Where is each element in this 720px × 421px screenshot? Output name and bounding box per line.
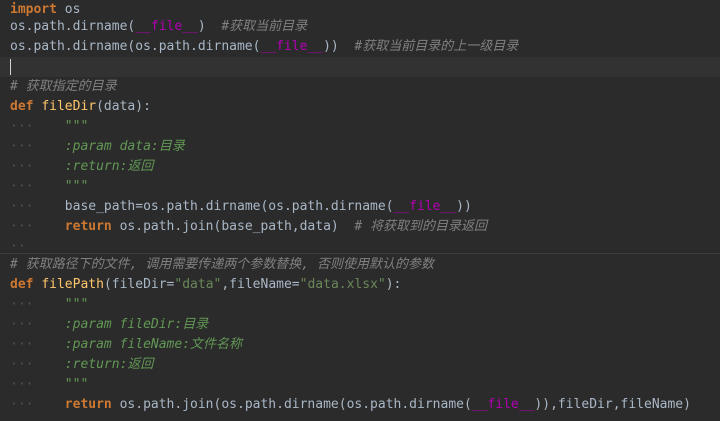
docstring: :param fileName:文件名称 [64,337,243,352]
inline-comment: #获取当前目录 [221,19,308,34]
indent-guide: ··· [10,179,34,194]
variable-name: base_path [64,199,136,214]
indent-guide: ··· [10,397,34,412]
function-args: ): [385,277,402,292]
module-name: os [64,2,81,17]
code-text: )) [456,199,472,214]
code-line-3[interactable]: os.path.dirname(os.path.dirname(__file__… [0,37,720,57]
code-line-17[interactable]: ··· :param fileDir:目录 [0,315,720,335]
docstring: :return:返回 [64,357,154,372]
code-line-10[interactable]: ··· """ [0,177,720,197]
indent-guide: ··· [10,317,34,332]
code-line-16[interactable]: ··· """ [0,295,720,315]
comment: # 获取指定的目录 [10,79,117,94]
code-line-7[interactable]: ··· """ [0,117,720,137]
code-line-19[interactable]: ··· :return:返回 [0,355,720,375]
code-text: os.path.dirname(os.path.dirname( [10,39,261,54]
docstring: """ [64,297,89,312]
string-literal: "data" [174,277,222,292]
inline-comment: # 将获取到的目录返回 [354,219,488,234]
code-line-15[interactable]: def filePath(fileDir="data",fileName="da… [0,275,720,295]
docstring: :return:返回 [64,159,154,174]
code-line-20[interactable]: ··· """ [0,375,720,395]
code-line-18[interactable]: ··· :param fileName:文件名称 [0,335,720,355]
indent-guide: ··· [10,119,34,134]
code-line-6[interactable]: def fileDir(data): [0,97,720,117]
dunder-file: __file__ [393,199,457,214]
inline-comment: #获取当前目录的上一级目录 [354,39,519,54]
function-separator [0,253,720,254]
code-line-8[interactable]: ··· :param data:目录 [0,137,720,157]
indent-guide: ··· [10,139,34,154]
code-line-21[interactable]: ··· return os.path.join(os.path.dirname(… [0,395,720,415]
function-args: (data): [96,99,151,114]
function-name: filePath [41,277,104,292]
comment: # 获取路径下的文件, 调用需要传递两个参数替换, 否则使用默认的参数 [10,257,434,272]
code-line-4-current[interactable] [0,57,720,77]
keyword-def: def [10,99,34,114]
indent-guide: ··· [10,337,34,352]
code-text: )),fileDir,fileName) [534,397,691,412]
indent-guide: ··· [10,159,34,174]
code-line-13[interactable]: ·· [0,237,720,257]
code-line-12[interactable]: ··· return os.path.join(base_path,data) … [0,217,720,237]
function-name: fileDir [41,99,97,114]
string-literal: "data.xlsx" [299,277,386,292]
indent-guide: ··· [10,297,34,312]
docstring: :param data:目录 [64,139,185,154]
code-line-2[interactable]: os.path.dirname(__file__) #获取当前目录 [0,17,720,37]
code-line-5[interactable]: # 获取指定的目录 [0,77,720,97]
code-text: )) [323,39,339,54]
indent-guide: ··· [10,377,34,392]
code-text: os.path.join(base_path,data) [119,219,339,234]
indent-guide: ··· [10,357,34,372]
keyword-import: import [10,2,57,17]
docstring: """ [64,119,89,134]
code-line-9[interactable]: ··· :return:返回 [0,157,720,177]
function-args: (fileDir= [103,277,175,292]
function-args: ,fileName= [221,277,300,292]
code-line-14[interactable]: # 获取路径下的文件, 调用需要传递两个参数替换, 否则使用默认的参数 [0,255,720,275]
keyword-def: def [10,277,34,292]
dunder-file: __file__ [471,397,535,412]
docstring: """ [64,179,89,194]
code-text: os.path.join(os.path.dirname(os.path.dir… [119,397,472,412]
dunder-file: __file__ [135,19,198,34]
keyword-return: return [64,219,112,234]
docstring: :param fileDir:目录 [64,317,209,332]
code-line-11[interactable]: ··· base_path=os.path.dirname(os.path.di… [0,197,720,217]
indent-guide: ·· [10,239,26,254]
text-caret [10,59,11,75]
code-text: =os.path.dirname(os.path.dirname( [135,199,394,214]
indent-guide: ··· [10,219,34,234]
code-text: os.path.dirname( [10,19,136,34]
dunder-file: __file__ [260,39,324,54]
code-editor[interactable]: import os os.path.dirname(__file__) #获取当… [0,0,720,421]
indent-guide: ··· [10,199,34,214]
code-text: ) [197,19,206,34]
keyword-return: return [64,397,112,412]
docstring: """ [64,377,89,392]
